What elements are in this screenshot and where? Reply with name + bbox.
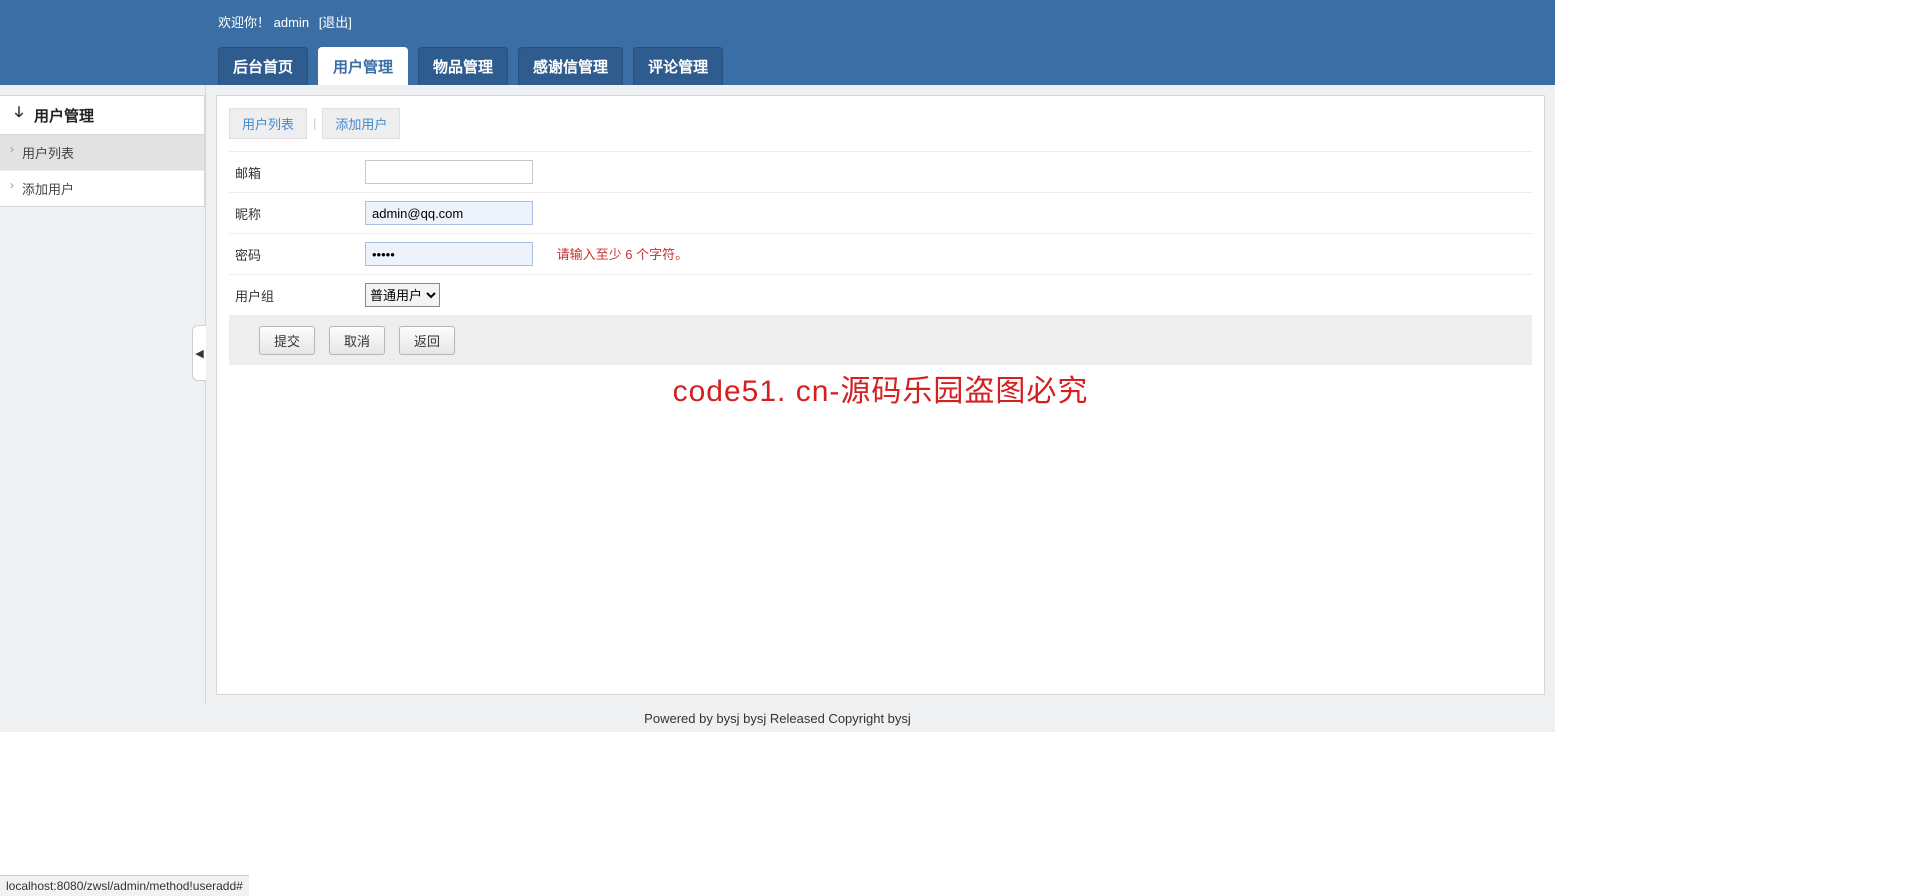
nav-tab-thanks[interactable]: 感谢信管理 (518, 47, 623, 85)
user-form: 邮箱 昵称 密码 请输入至少 6 个字符。 (229, 151, 1532, 316)
nickname-input[interactable] (365, 201, 533, 225)
nav-tab-users[interactable]: 用户管理 (318, 47, 408, 85)
subtab-user-list[interactable]: 用户列表 (229, 108, 307, 139)
footer: Powered by bysj bysj Released Copyright … (0, 705, 1555, 732)
watermark-text: code51. cn-源码乐园盗图必究 (673, 366, 1089, 410)
submit-button[interactable]: 提交 (259, 326, 315, 355)
email-input[interactable] (365, 160, 533, 184)
back-button[interactable]: 返回 (399, 326, 455, 355)
status-bar: localhost:8080/zwsl/admin/method!useradd… (0, 875, 249, 896)
password-error-msg: 请输入至少 6 个字符。 (557, 247, 688, 262)
password-input[interactable] (365, 242, 533, 266)
nav-tab-home[interactable]: 后台首页 (218, 47, 308, 85)
header: 欢迎你！ admin [退出] 后台首页 用户管理 物品管理 感谢信管理 评论管… (0, 0, 1555, 85)
group-select[interactable]: 普通用户 (365, 283, 440, 307)
welcome-prefix: 欢迎你！ (218, 15, 270, 30)
welcome-username: admin (274, 15, 309, 30)
welcome-row: 欢迎你！ admin [退出] (218, 12, 1555, 31)
action-row: 提交 取消 返回 (229, 316, 1532, 365)
subtab-separator: | (313, 116, 316, 131)
sidebar-item-add-user[interactable]: 添加用户 (0, 171, 204, 206)
sidebar-title-text: 用户管理 (34, 105, 94, 126)
nav-tab-items[interactable]: 物品管理 (418, 47, 508, 85)
nickname-label: 昵称 (229, 193, 359, 234)
subtab-add-user[interactable]: 添加用户 (322, 108, 400, 139)
nav-tab-comments[interactable]: 评论管理 (633, 47, 723, 85)
logout-link[interactable]: [退出] (319, 15, 352, 30)
cancel-button[interactable]: 取消 (329, 326, 385, 355)
sidebar-title: 用户管理 (0, 96, 204, 135)
sidebar: 用户管理 用户列表 添加用户 ◀ (0, 85, 206, 705)
nav-tabs: 后台首页 用户管理 物品管理 感谢信管理 评论管理 (218, 47, 1555, 85)
group-label: 用户组 (229, 275, 359, 316)
collapse-handle[interactable]: ◀ (192, 325, 206, 381)
sub-tabs: 用户列表 | 添加用户 (229, 108, 1532, 139)
sidebar-item-user-list[interactable]: 用户列表 (0, 135, 204, 171)
main-panel: 用户列表 | 添加用户 邮箱 昵称 密码 (216, 95, 1545, 695)
email-label: 邮箱 (229, 152, 359, 193)
arrow-down-icon (10, 104, 28, 126)
password-label: 密码 (229, 234, 359, 275)
